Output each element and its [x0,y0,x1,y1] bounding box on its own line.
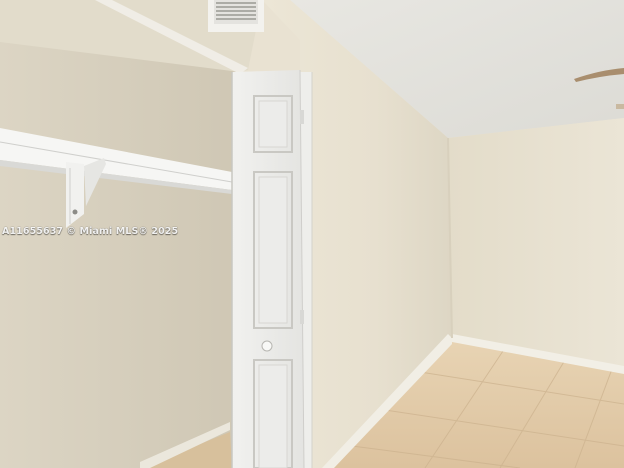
back-wall [448,118,624,372]
door-knob [261,340,273,352]
listing-photo: A11655637 © Miami MLS® 2025 [0,0,624,468]
bifold-door [231,69,305,468]
wall-vent [208,0,264,32]
mls-watermark: A11655637 © Miami MLS® 2025 [2,226,179,237]
